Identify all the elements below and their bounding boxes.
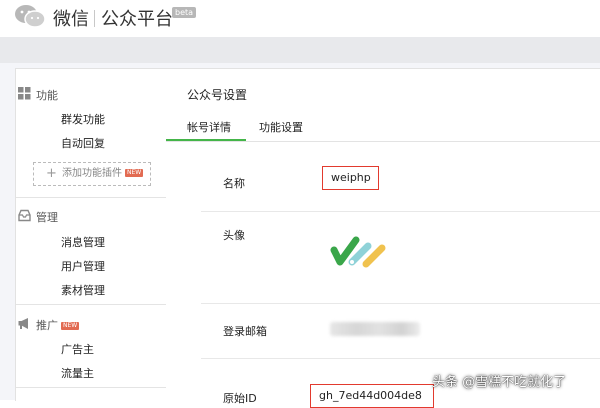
- new-badge: NEW: [61, 322, 80, 330]
- sidebar-item-advertiser[interactable]: 广告主: [61, 341, 94, 357]
- tab-function-settings[interactable]: 功能设置: [259, 119, 303, 135]
- watermark: 头条 @雪糕不吃就化了: [432, 375, 567, 390]
- row-divider: [201, 211, 600, 212]
- beta-badge: beta: [172, 7, 197, 18]
- top-header: 微信 公众平台 beta: [0, 0, 600, 37]
- tab-bar: 帐号详情 功能设置: [166, 117, 600, 142]
- sidebar-item-messages[interactable]: 消息管理: [61, 234, 105, 250]
- add-plugin-button[interactable]: + 添加功能插件 NEW: [33, 162, 151, 186]
- origin-id-value: gh_7ed44d004de8: [310, 384, 434, 408]
- megaphone-icon: [18, 318, 28, 329]
- new-badge: NEW: [125, 169, 144, 177]
- sidebar-item-mass-send[interactable]: 群发功能: [61, 111, 105, 127]
- sidebar-group-promotion[interactable]: 推广 NEW: [18, 317, 80, 333]
- sidebar-group-label: 功能: [36, 89, 58, 102]
- avatar-label: 头像: [223, 229, 245, 242]
- email-label: 登录邮箱: [223, 325, 267, 338]
- sidebar-group-manage[interactable]: 管理: [18, 209, 58, 225]
- name-label: 名称: [223, 177, 245, 190]
- name-value: weiphp: [322, 166, 379, 190]
- brand-divider: [94, 10, 95, 27]
- sidebar-group-label: 管理: [36, 211, 58, 224]
- sidebar-group-function[interactable]: 功能: [18, 87, 58, 103]
- sidebar-item-users[interactable]: 用户管理: [61, 258, 105, 274]
- tab-account-details[interactable]: 帐号详情: [187, 119, 231, 135]
- grid-icon: [18, 87, 31, 100]
- origin-id-label: 原始ID: [223, 392, 257, 405]
- sidebar-divider: [16, 387, 166, 388]
- plus-icon: +: [46, 166, 57, 181]
- row-divider: [201, 358, 600, 359]
- sidebar-item-auto-reply[interactable]: 自动回复: [61, 135, 105, 151]
- header-strip: [0, 37, 600, 63]
- sidebar: 功能 群发功能 自动回复 + 添加功能插件 NEW 管理 消息管理 用户管理 素材…: [15, 68, 167, 401]
- sidebar-item-materials[interactable]: 素材管理: [61, 282, 105, 298]
- brand-subtitle: 公众平台: [101, 9, 173, 30]
- page-title: 公众号设置: [187, 88, 248, 102]
- active-tab-indicator: [166, 139, 246, 141]
- row-divider: [201, 303, 600, 304]
- sidebar-group-label: 推广: [36, 319, 58, 332]
- add-plugin-label: 添加功能插件: [62, 168, 122, 179]
- brand-name: 微信: [53, 9, 89, 30]
- avatar-logo-image: [330, 236, 386, 268]
- sidebar-divider: [16, 304, 166, 305]
- wechat-logo-icon[interactable]: [14, 3, 46, 29]
- sidebar-divider: [16, 197, 166, 198]
- inbox-icon: [18, 209, 31, 222]
- sidebar-item-traffic-owner[interactable]: 流量主: [61, 365, 94, 381]
- email-value-redacted: [330, 322, 420, 336]
